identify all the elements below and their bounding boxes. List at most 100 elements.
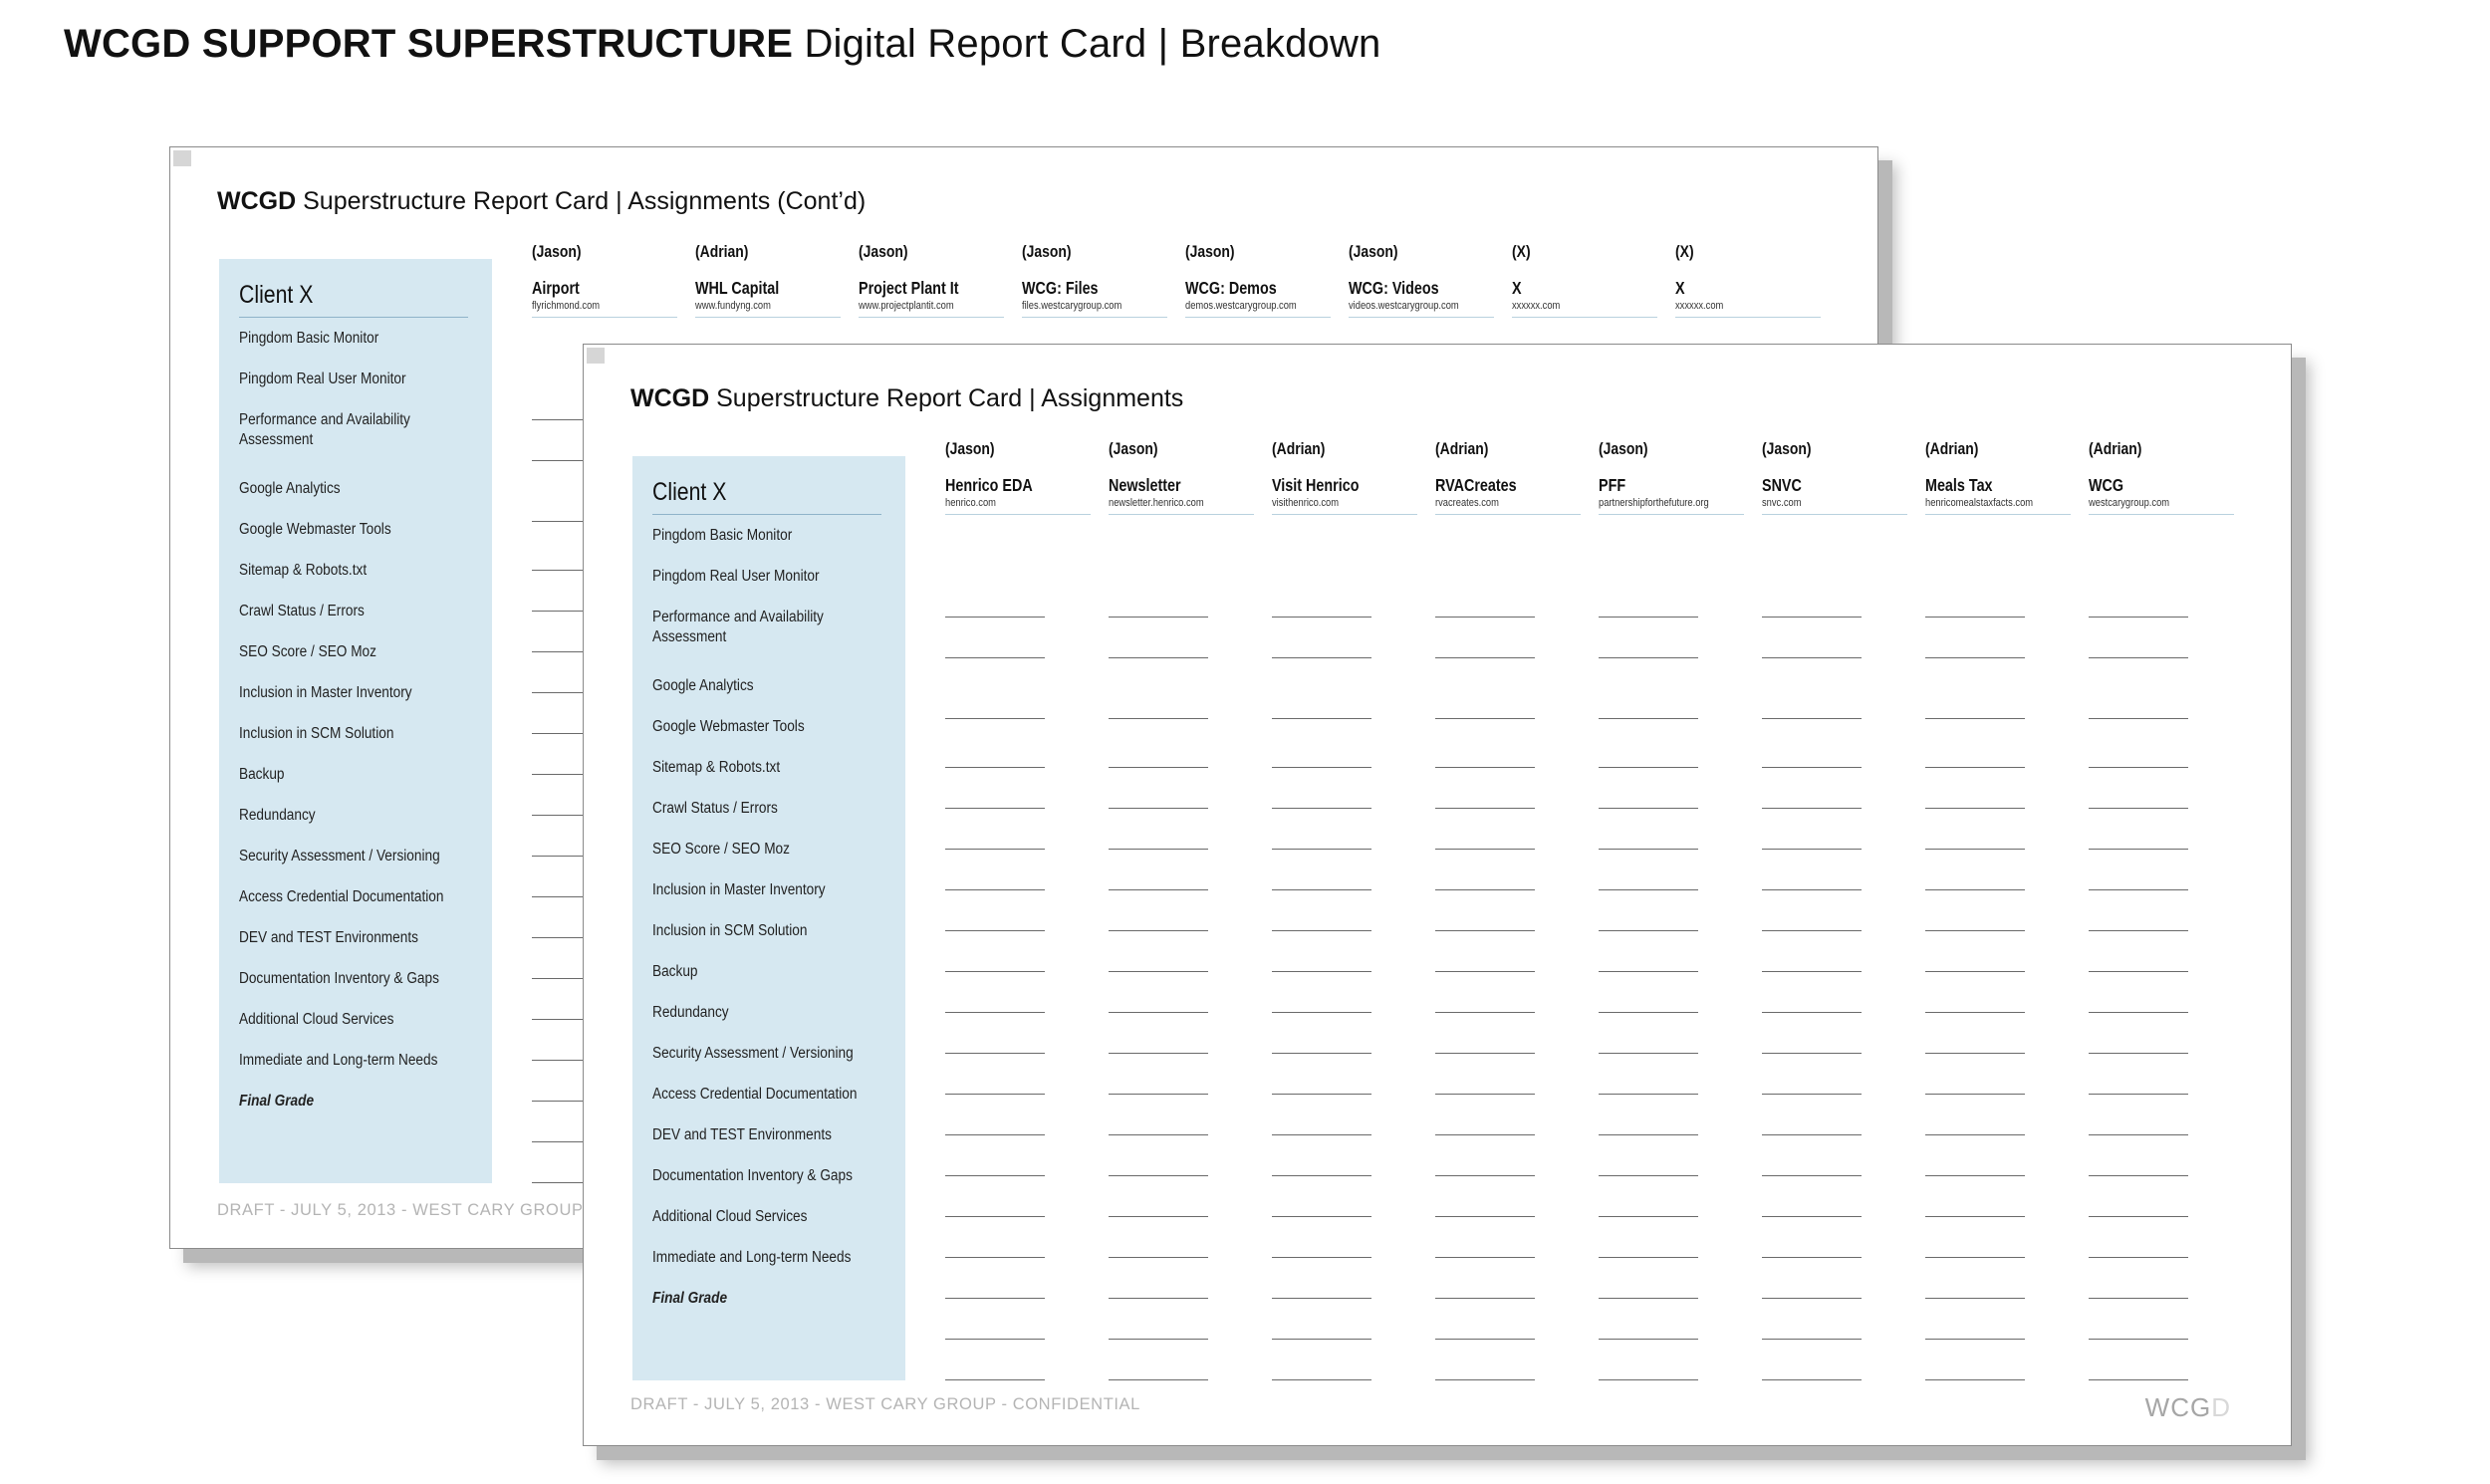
grade-blank[interactable] <box>1109 1298 1208 1299</box>
grade-blank[interactable] <box>1109 1379 1208 1380</box>
grade-blank[interactable] <box>945 1094 1045 1095</box>
grade-blank[interactable] <box>1762 1257 1862 1258</box>
grade-blank[interactable] <box>2089 1134 2188 1135</box>
grade-blank[interactable] <box>1435 1216 1535 1217</box>
grade-blank[interactable] <box>1272 930 1371 931</box>
grade-blank[interactable] <box>1762 657 1862 658</box>
grade-blank[interactable] <box>1925 617 2025 618</box>
grade-blank[interactable] <box>1925 1094 2025 1095</box>
grade-blank[interactable] <box>1762 930 1862 931</box>
grade-blank[interactable] <box>2089 930 2188 931</box>
grade-blank[interactable] <box>1109 849 1208 850</box>
grade-blank[interactable] <box>1272 1298 1371 1299</box>
grade-blank[interactable] <box>1272 1379 1371 1380</box>
grade-blank[interactable] <box>1435 1379 1535 1380</box>
grade-blank[interactable] <box>1762 1216 1862 1217</box>
grade-blank[interactable] <box>1599 1053 1698 1054</box>
grade-blank[interactable] <box>1925 930 2025 931</box>
grade-blank[interactable] <box>1435 971 1535 972</box>
grade-blank[interactable] <box>2089 718 2188 719</box>
grade-blank[interactable] <box>1925 1012 2025 1013</box>
grade-blank[interactable] <box>1435 1298 1535 1299</box>
grade-blank[interactable] <box>1599 1257 1698 1258</box>
grade-blank[interactable] <box>1762 1339 1862 1340</box>
grade-blank[interactable] <box>1925 849 2025 850</box>
grade-blank[interactable] <box>1762 617 1862 618</box>
grade-blank[interactable] <box>945 657 1045 658</box>
grade-blank[interactable] <box>1435 1257 1535 1258</box>
grade-blank[interactable] <box>945 1339 1045 1340</box>
grade-blank[interactable] <box>945 1175 1045 1176</box>
grade-blank[interactable] <box>1109 1339 1208 1340</box>
grade-blank[interactable] <box>1435 767 1535 768</box>
grade-blank[interactable] <box>1925 971 2025 972</box>
grade-blank[interactable] <box>1272 617 1371 618</box>
grade-blank[interactable] <box>1272 657 1371 658</box>
grade-blank[interactable] <box>1435 1012 1535 1013</box>
grade-blank[interactable] <box>1599 657 1698 658</box>
grade-blank[interactable] <box>1272 1053 1371 1054</box>
grade-blank[interactable] <box>945 767 1045 768</box>
grade-blank[interactable] <box>1762 1012 1862 1013</box>
grade-blank[interactable] <box>1762 1094 1862 1095</box>
grade-blank[interactable] <box>1272 808 1371 809</box>
grade-blank[interactable] <box>1272 1339 1371 1340</box>
grade-blank[interactable] <box>1599 971 1698 972</box>
grade-blank[interactable] <box>1435 849 1535 850</box>
grade-blank[interactable] <box>1435 1175 1535 1176</box>
grade-blank[interactable] <box>1599 930 1698 931</box>
grade-blank[interactable] <box>945 1379 1045 1380</box>
grade-blank[interactable] <box>1435 657 1535 658</box>
grade-blank[interactable] <box>1272 767 1371 768</box>
grade-blank[interactable] <box>1925 1257 2025 1258</box>
grade-blank[interactable] <box>1599 808 1698 809</box>
grade-blank[interactable] <box>2089 1339 2188 1340</box>
grade-blank[interactable] <box>1599 1379 1698 1380</box>
grade-blank[interactable] <box>1109 1134 1208 1135</box>
grade-blank[interactable] <box>1109 930 1208 931</box>
grade-blank[interactable] <box>2089 889 2188 890</box>
grade-blank[interactable] <box>1272 718 1371 719</box>
grade-blank[interactable] <box>1109 889 1208 890</box>
grade-blank[interactable] <box>2089 1094 2188 1095</box>
grade-blank[interactable] <box>1599 889 1698 890</box>
grade-blank[interactable] <box>1435 1094 1535 1095</box>
grade-blank[interactable] <box>1925 1053 2025 1054</box>
grade-blank[interactable] <box>1925 657 2025 658</box>
grade-blank[interactable] <box>1762 718 1862 719</box>
grade-blank[interactable] <box>945 1134 1045 1135</box>
grade-blank[interactable] <box>1109 808 1208 809</box>
grade-blank[interactable] <box>945 1012 1045 1013</box>
grade-blank[interactable] <box>1272 1094 1371 1095</box>
grade-blank[interactable] <box>1762 971 1862 972</box>
grade-blank[interactable] <box>2089 1012 2188 1013</box>
grade-blank[interactable] <box>1109 1012 1208 1013</box>
grade-blank[interactable] <box>1762 1175 1862 1176</box>
grade-blank[interactable] <box>1925 767 2025 768</box>
grade-blank[interactable] <box>1599 718 1698 719</box>
grade-blank[interactable] <box>1109 767 1208 768</box>
grade-blank[interactable] <box>1109 1094 1208 1095</box>
grade-blank[interactable] <box>1272 971 1371 972</box>
grade-blank[interactable] <box>1925 1339 2025 1340</box>
grade-blank[interactable] <box>945 889 1045 890</box>
grade-blank[interactable] <box>1762 1298 1862 1299</box>
grade-blank[interactable] <box>1272 1216 1371 1217</box>
grade-blank[interactable] <box>1762 808 1862 809</box>
grade-blank[interactable] <box>1599 849 1698 850</box>
grade-blank[interactable] <box>1109 1257 1208 1258</box>
grade-blank[interactable] <box>1925 1216 2025 1217</box>
grade-blank[interactable] <box>1925 718 2025 719</box>
grade-blank[interactable] <box>1272 849 1371 850</box>
grade-blank[interactable] <box>945 971 1045 972</box>
grade-blank[interactable] <box>1435 889 1535 890</box>
grade-blank[interactable] <box>1109 971 1208 972</box>
grade-blank[interactable] <box>1109 657 1208 658</box>
grade-blank[interactable] <box>1272 1175 1371 1176</box>
grade-blank[interactable] <box>1599 1339 1698 1340</box>
grade-blank[interactable] <box>1109 1053 1208 1054</box>
grade-blank[interactable] <box>2089 657 2188 658</box>
grade-blank[interactable] <box>2089 767 2188 768</box>
grade-blank[interactable] <box>1599 1216 1698 1217</box>
grade-blank[interactable] <box>945 808 1045 809</box>
